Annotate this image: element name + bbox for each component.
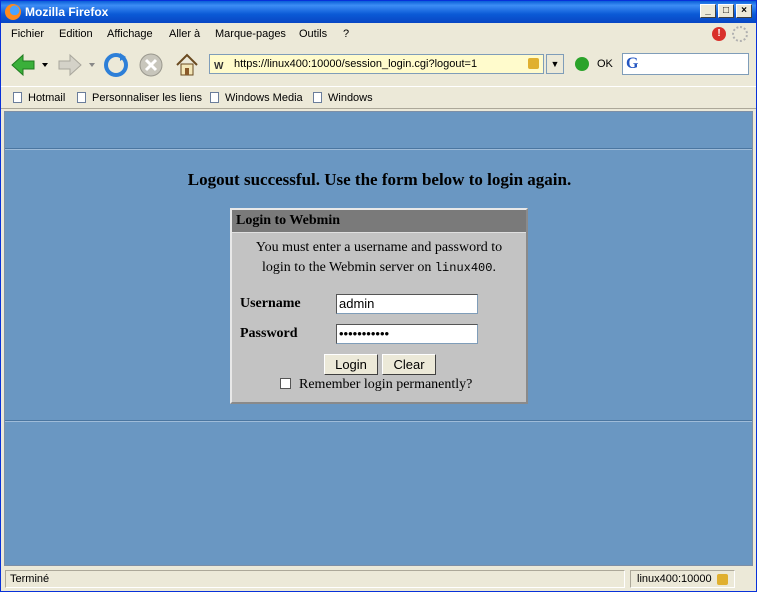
menu-help[interactable]: ? (343, 28, 349, 40)
password-input[interactable]: ••••••••••• (336, 324, 478, 344)
close-button[interactable]: × (736, 4, 752, 18)
page-icon (313, 92, 322, 103)
throbber-icon (732, 26, 748, 42)
status-lock-icon[interactable] (717, 574, 728, 585)
top-divider (5, 148, 752, 150)
title-bar: Mozilla Firefox _ □ × (1, 1, 756, 23)
bookmark-hotmail[interactable]: Hotmail (13, 92, 65, 104)
address-bar[interactable]: W https://linux400:10000/session_login.c… (209, 54, 544, 74)
status-bar: Terminé linux400:10000 (1, 568, 756, 591)
google-search-icon: G (626, 55, 639, 72)
forward-arrow-icon[interactable] (56, 51, 84, 79)
window-title: Mozilla Firefox (25, 5, 109, 19)
status-text: Terminé (5, 570, 625, 588)
page-heading: Logout successful. Use the form below to… (187, 170, 572, 189)
stop-icon[interactable] (137, 51, 165, 79)
navigation-toolbar: W https://linux400:10000/session_login.c… (1, 46, 756, 84)
go-icon[interactable] (575, 57, 589, 71)
login-box-title: Login to Webmin (232, 210, 526, 233)
minimize-button[interactable]: _ (700, 4, 716, 18)
reload-icon[interactable] (102, 51, 130, 79)
password-label: Password (240, 326, 298, 341)
clear-button[interactable]: Clear (382, 354, 436, 375)
bottom-divider (5, 420, 752, 422)
maximize-button[interactable]: □ (718, 4, 734, 18)
page-icon (77, 92, 86, 103)
username-label: Username (240, 296, 301, 311)
secure-lock-icon[interactable] (528, 58, 539, 69)
menu-fichier[interactable]: Fichier (11, 28, 44, 40)
username-input[interactable]: admin (336, 294, 478, 314)
bookmark-windows[interactable]: Windows (313, 92, 373, 104)
go-button[interactable]: OK (597, 58, 613, 70)
menu-edition[interactable]: Edition (59, 28, 93, 40)
bookmarks-toolbar: Hotmail Personnaliser les liens Windows … (1, 86, 756, 109)
login-button[interactable]: Login (324, 354, 378, 375)
forward-dropdown-icon[interactable] (88, 61, 96, 69)
menu-marque-pages[interactable]: Marque-pages (215, 28, 286, 40)
remember-login: Remember login permanently? (280, 377, 472, 393)
page-content: Logout successful. Use the form below to… (4, 111, 753, 566)
search-box[interactable]: G (622, 53, 749, 75)
remember-checkbox[interactable] (280, 378, 291, 389)
address-url: https://linux400:10000/session_login.cgi… (234, 58, 478, 70)
menu-aller[interactable]: Aller à (169, 28, 200, 40)
server-hostname: linux400 (434, 261, 493, 275)
site-favicon-icon: W (214, 61, 224, 72)
menu-outils[interactable]: Outils (299, 28, 327, 40)
bookmark-windows-media[interactable]: Windows Media (210, 92, 303, 104)
login-box: Login to Webmin You must enter a usernam… (230, 208, 528, 404)
browser-window: Mozilla Firefox _ □ × Fichier Edition Af… (0, 0, 757, 592)
bookmark-personnaliser[interactable]: Personnaliser les liens (77, 92, 202, 104)
back-arrow-icon[interactable] (9, 51, 37, 79)
page-icon (210, 92, 219, 103)
menu-bar: Fichier Edition Affichage Aller à Marque… (1, 23, 756, 45)
alert-icon[interactable]: ! (712, 27, 726, 41)
remember-label: Remember login permanently? (299, 377, 473, 392)
menu-affichage[interactable]: Affichage (107, 28, 153, 40)
home-icon[interactable] (173, 51, 201, 79)
page-icon (13, 92, 22, 103)
login-message: You must enter a username and password t… (255, 240, 503, 275)
firefox-logo-icon (5, 4, 21, 20)
back-dropdown-icon[interactable] (41, 61, 49, 69)
address-history-dropdown[interactable]: ▼ (546, 54, 564, 74)
